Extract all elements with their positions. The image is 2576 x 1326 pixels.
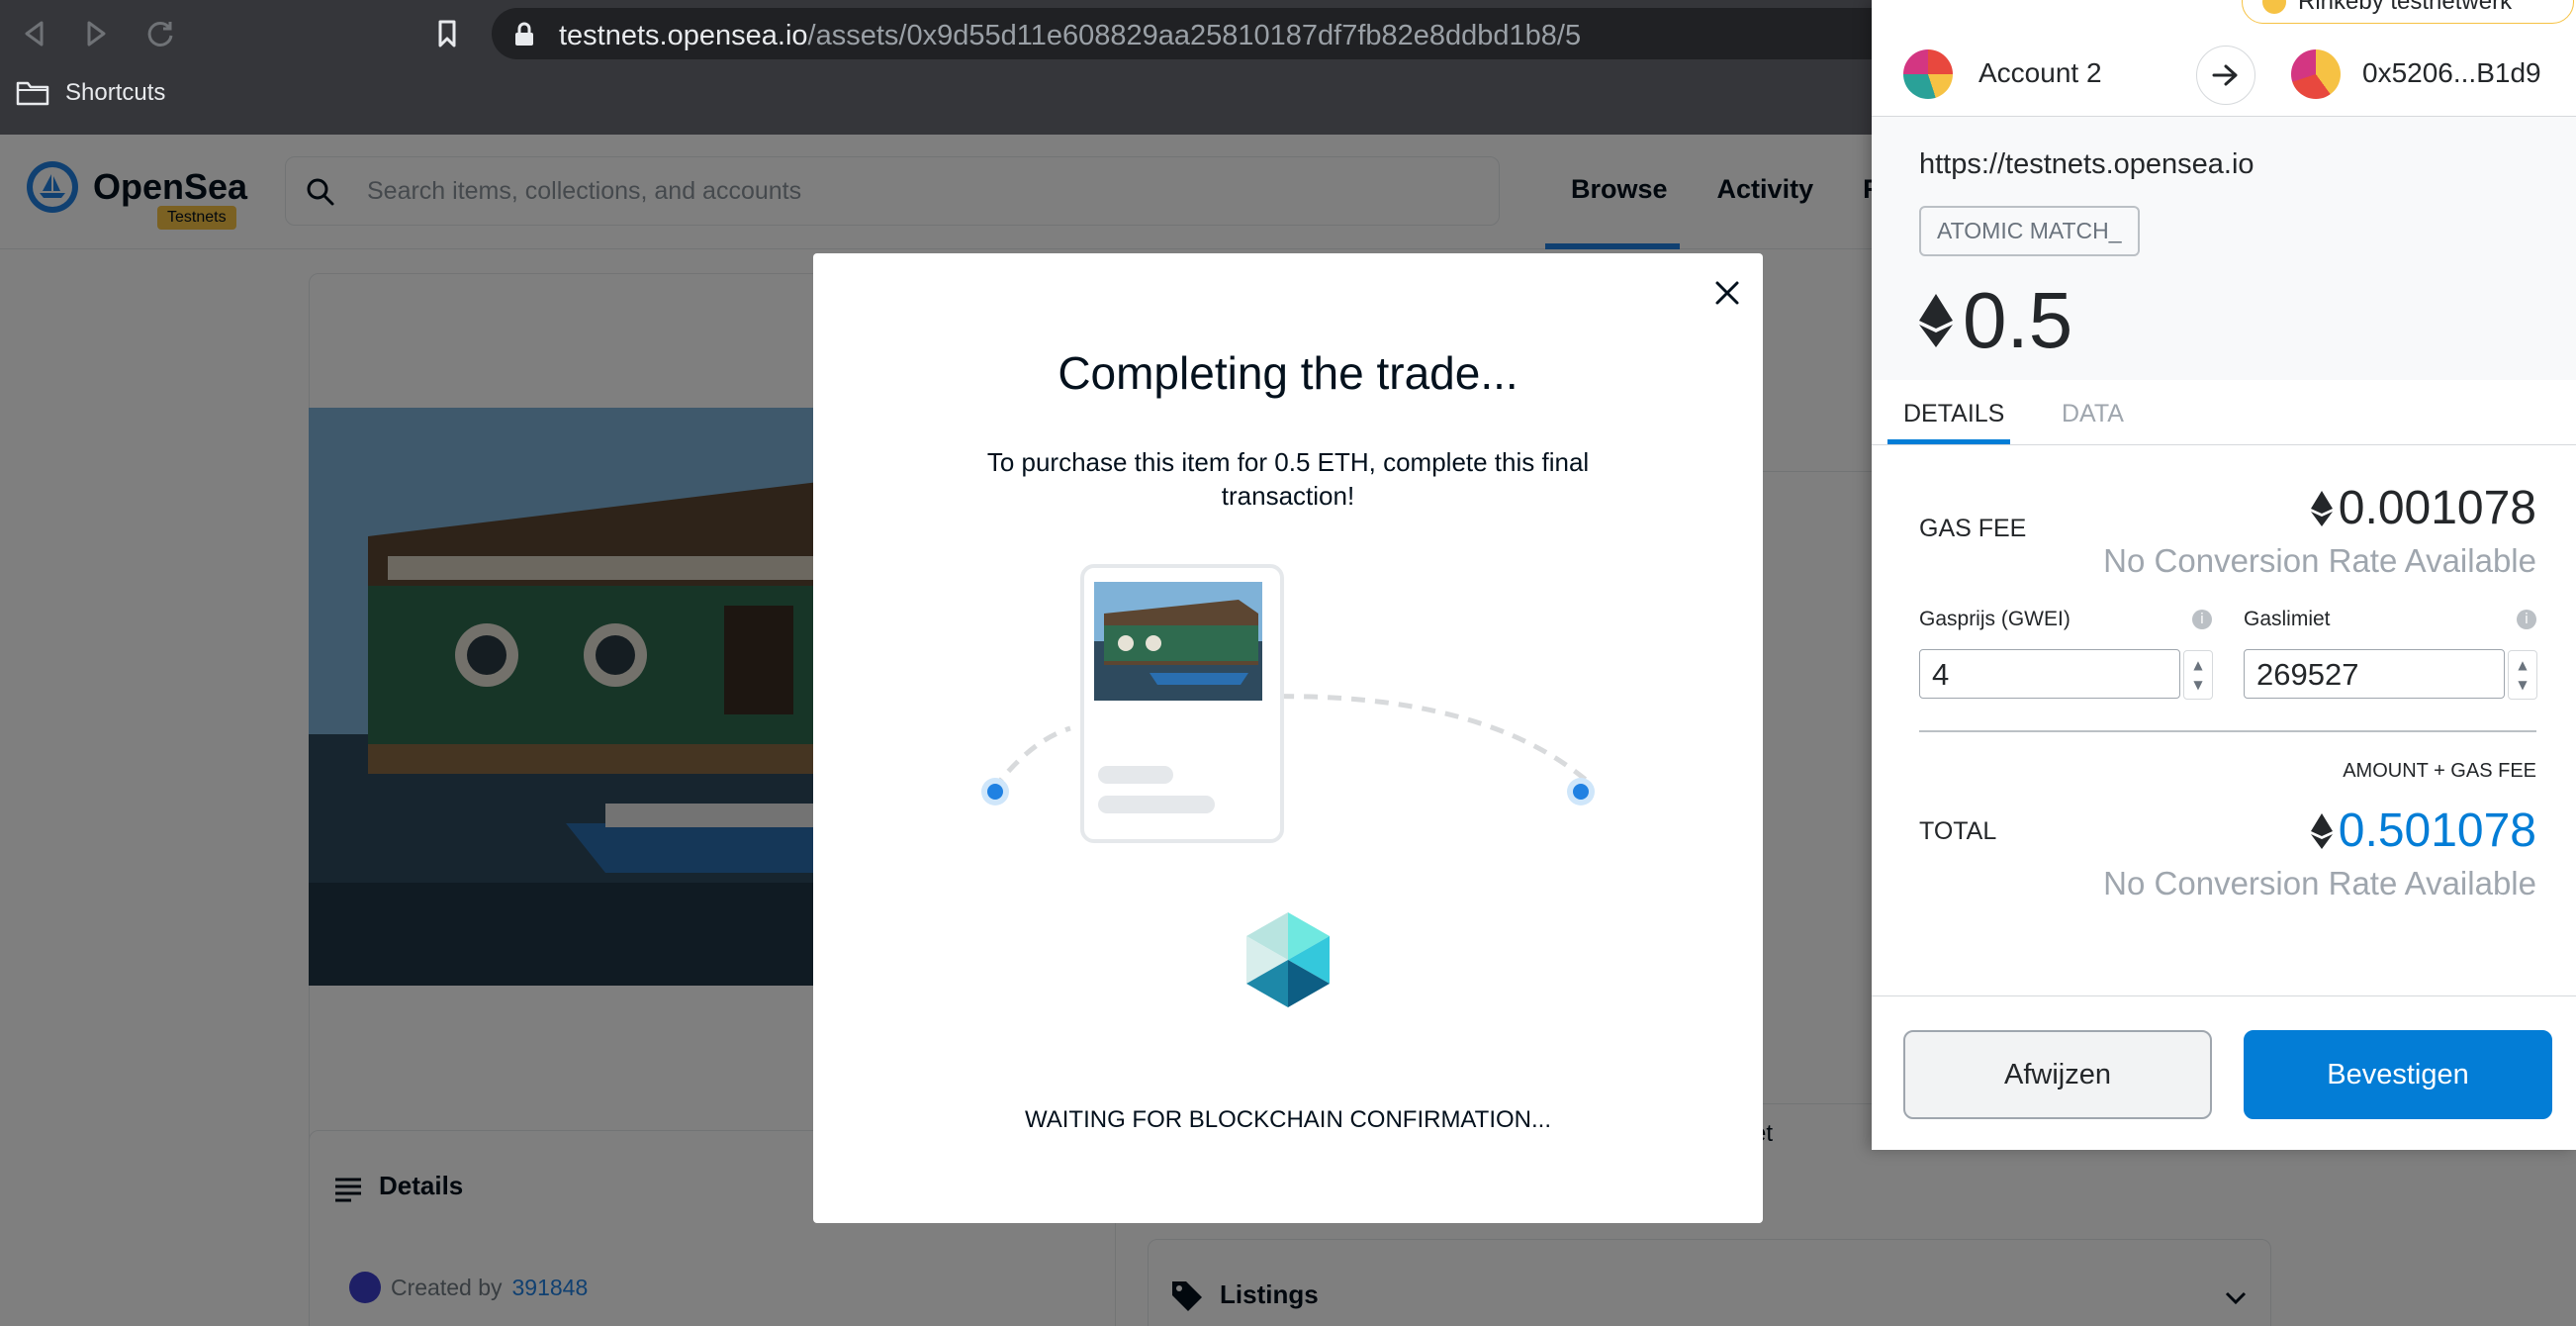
gas-price-input[interactable]	[1932, 658, 2169, 692]
modal-title: Completing the trade...	[1058, 347, 1518, 399]
total-amount: 0.501078	[2338, 805, 2536, 857]
forward-icon[interactable]	[79, 16, 115, 51]
modal-description: To purchase this item for 0.5 ETH, compl…	[986, 447, 1590, 511]
metamask-popup: Rinkeby testnetwerk Account 2 0x5206...B…	[1872, 0, 2576, 1150]
network-selector[interactable]: Rinkeby testnetwerk	[2242, 0, 2574, 24]
trade-modal: Completing the trade... To purchase this…	[813, 253, 1763, 1223]
folder-icon	[16, 81, 49, 106]
amount-gas-fee-label: AMOUNT + GAS FEE	[2343, 760, 2536, 782]
eth-icon	[2310, 812, 2333, 849]
detail-tabs: DETAILS DATA	[1872, 380, 2576, 445]
tab-details[interactable]: DETAILS	[1903, 400, 2004, 428]
gas-fee-conversion: No Conversion Rate Available	[2103, 542, 2536, 579]
origin-url: https://testnets.opensea.io	[1919, 148, 2254, 180]
gas-limit-label: Gaslimiet	[2244, 608, 2331, 630]
action-footer: Afwijzen Bevestigen	[1872, 995, 2576, 1150]
gas-fee-amount: 0.001078	[2338, 482, 2536, 534]
gas-fee-value: 0.001078	[2310, 481, 2536, 535]
modal-status: WAITING FOR BLOCKCHAIN CONFIRMATION...	[1024, 1106, 1551, 1133]
info-icon[interactable]: i	[2517, 610, 2536, 629]
reload-icon[interactable]	[142, 16, 178, 51]
trade-illustration	[971, 562, 1605, 879]
arrow-right-icon	[2196, 46, 2255, 105]
gas-price-label: Gasprijs (GWEI)	[1919, 608, 2070, 630]
gas-fee-label: GAS FEE	[1919, 515, 2027, 542]
total-conversion: No Conversion Rate Available	[2103, 865, 2536, 901]
back-icon[interactable]	[16, 16, 51, 51]
account-transfer-bar: Account 2 0x5206...B1d9	[1872, 34, 2576, 117]
gas-limit-input[interactable]	[2256, 658, 2494, 692]
from-account-avatar	[1903, 49, 1953, 99]
address-bar[interactable]: testnets.opensea.io/assets/0x9d55d11e608…	[492, 8, 2094, 59]
gas-price-field[interactable]: ▲▼	[1919, 649, 2213, 700]
eth-icon	[2310, 490, 2333, 526]
bookmark-folder-label: Shortcuts	[65, 79, 166, 106]
url-text: testnets.opensea.io/assets/0x9d55d11e608…	[559, 20, 1582, 51]
transaction-summary: https://testnets.opensea.io ATOMIC MATCH…	[1872, 117, 2576, 380]
method-badge: ATOMIC MATCH_	[1919, 206, 2140, 256]
eth-icon	[1919, 294, 1953, 347]
bookmark-folder-shortcuts[interactable]: Shortcuts	[16, 79, 165, 107]
confirm-button[interactable]: Bevestigen	[2244, 1030, 2552, 1119]
network-label: Rinkeby testnetwerk	[2298, 0, 2513, 15]
amount-display: 0.5	[1919, 275, 2072, 366]
info-icon[interactable]: i	[2192, 610, 2212, 629]
network-status-icon	[2262, 0, 2286, 14]
opensea-cube-icon	[1244, 910, 1332, 1014]
tab-active-indicator	[1887, 439, 2010, 444]
gas-price-stepper[interactable]: ▲ ▼	[2183, 650, 2213, 700]
from-account-name[interactable]: Account 2	[1978, 57, 2102, 89]
tab-data[interactable]: DATA	[2062, 400, 2124, 428]
reject-button[interactable]: Afwijzen	[1903, 1030, 2212, 1119]
gas-limit-field[interactable]: ▲▼	[2244, 649, 2537, 700]
total-label: TOTAL	[1919, 817, 1997, 845]
to-account-avatar	[2291, 49, 2341, 99]
gas-limit-stepper[interactable]: ▲ ▼	[2508, 650, 2537, 700]
amount-value: 0.5	[1963, 276, 2073, 364]
total-value: 0.501078	[2310, 804, 2536, 858]
close-icon[interactable]	[1707, 273, 1747, 313]
divider	[1919, 730, 2536, 732]
to-account-address[interactable]: 0x5206...B1d9	[2362, 57, 2541, 89]
bookmark-icon[interactable]	[429, 16, 465, 51]
lock-icon	[513, 22, 535, 52]
